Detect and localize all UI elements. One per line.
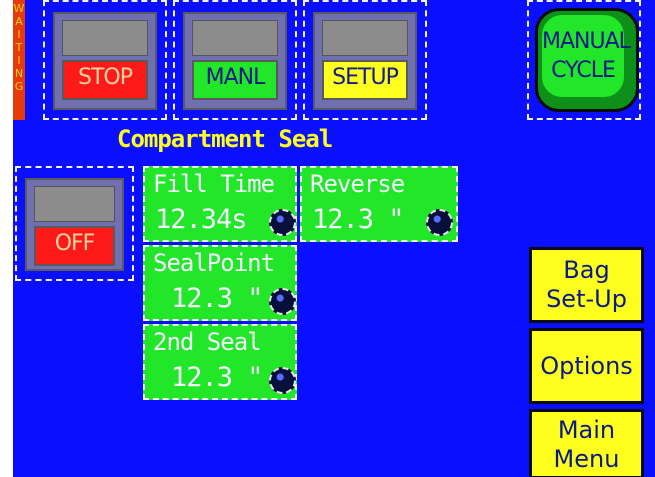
reverse-value: 12.3 " (312, 204, 405, 235)
stop-mode-panel[interactable]: STOP (43, 0, 167, 120)
waiting-status-indicator: W A I T I N G (13, 0, 25, 120)
manual-cycle-line1: MANUAL (542, 29, 631, 54)
bag-setup-line2: Set-Up (546, 285, 627, 313)
off-button[interactable]: OFF (34, 226, 115, 266)
second-seal-adjust-knob-icon[interactable] (269, 367, 296, 394)
manual-cycle-panel[interactable]: MANUAL CYCLE (527, 0, 641, 120)
seal-point-adjust-knob-icon[interactable] (269, 288, 296, 315)
off-bezel: OFF (25, 178, 124, 271)
fill-time-adjust-knob-icon[interactable] (269, 209, 296, 236)
bag-setup-button[interactable]: Bag Set-Up (529, 247, 644, 323)
second-seal-value: 12.3 " (171, 362, 264, 393)
setup-indicator-lamp (322, 20, 408, 56)
bag-setup-line1: Bag (563, 256, 610, 284)
manual-indicator-lamp (192, 20, 278, 56)
manual-button[interactable]: MANL (192, 60, 278, 100)
setup-mode-bezel: SETUP (313, 12, 417, 110)
stop-button[interactable]: STOP (62, 60, 148, 100)
manual-cycle-line2: CYCLE (551, 58, 616, 83)
main-menu-line1: Main (557, 416, 616, 444)
fill-time-label: Fill Time (153, 170, 275, 198)
options-button[interactable]: Options (529, 328, 644, 404)
fill-time-value: 12.34s (155, 204, 248, 235)
off-indicator-lamp (34, 186, 115, 222)
main-menu-line2: Menu (553, 445, 620, 473)
reverse-label: Reverse (310, 170, 405, 198)
manual-mode-bezel: MANL (183, 12, 287, 110)
manual-cycle-button[interactable]: MANUAL CYCLE (542, 15, 631, 97)
fill-time-setting[interactable]: Fill Time 12.34s (143, 166, 297, 242)
manual-cycle-bezel: MANUAL CYCLE (535, 8, 639, 112)
off-panel[interactable]: OFF (15, 166, 134, 281)
hmi-screen: W A I T I N G STOP MANL SETUP MANUAL CYC… (13, 0, 655, 477)
reverse-setting[interactable]: Reverse 12.3 " (300, 166, 458, 242)
stop-indicator-lamp (62, 20, 148, 56)
second-seal-setting[interactable]: 2nd Seal 12.3 " (143, 324, 297, 400)
setup-mode-panel[interactable]: SETUP (303, 0, 427, 120)
seal-point-setting[interactable]: SealPoint 12.3 " (143, 245, 297, 321)
seal-point-value: 12.3 " (171, 283, 264, 314)
manual-mode-panel[interactable]: MANL (173, 0, 297, 120)
section-title: Compartment Seal (117, 125, 333, 153)
stop-mode-bezel: STOP (53, 12, 157, 110)
second-seal-label: 2nd Seal (153, 328, 262, 356)
main-menu-button[interactable]: Main Menu (529, 409, 644, 477)
seal-point-label: SealPoint (153, 249, 275, 277)
reverse-adjust-knob-icon[interactable] (426, 209, 453, 236)
setup-button[interactable]: SETUP (322, 60, 408, 100)
